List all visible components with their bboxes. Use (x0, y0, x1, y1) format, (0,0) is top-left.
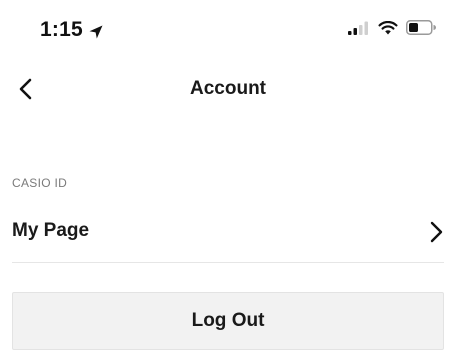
chevron-right-icon (430, 221, 444, 243)
logout-label: Log Out (191, 310, 265, 331)
section-header-casio-id: CASIO ID (12, 176, 68, 190)
status-indicators (348, 20, 436, 40)
navigation-bar: Account (0, 66, 456, 112)
logout-button[interactable]: Log Out (12, 292, 444, 350)
battery-icon (406, 20, 436, 40)
status-time-text: 1:15 (40, 18, 83, 41)
page-title: Account (190, 78, 266, 99)
cellular-signal-icon (348, 21, 370, 40)
location-arrow-icon (88, 22, 104, 39)
wifi-icon (378, 20, 398, 40)
status-time: 1:15 (40, 18, 104, 42)
status-bar: 1:15 (0, 0, 456, 58)
my-page-row[interactable]: My Page (12, 204, 444, 263)
my-page-label: My Page (12, 220, 90, 241)
